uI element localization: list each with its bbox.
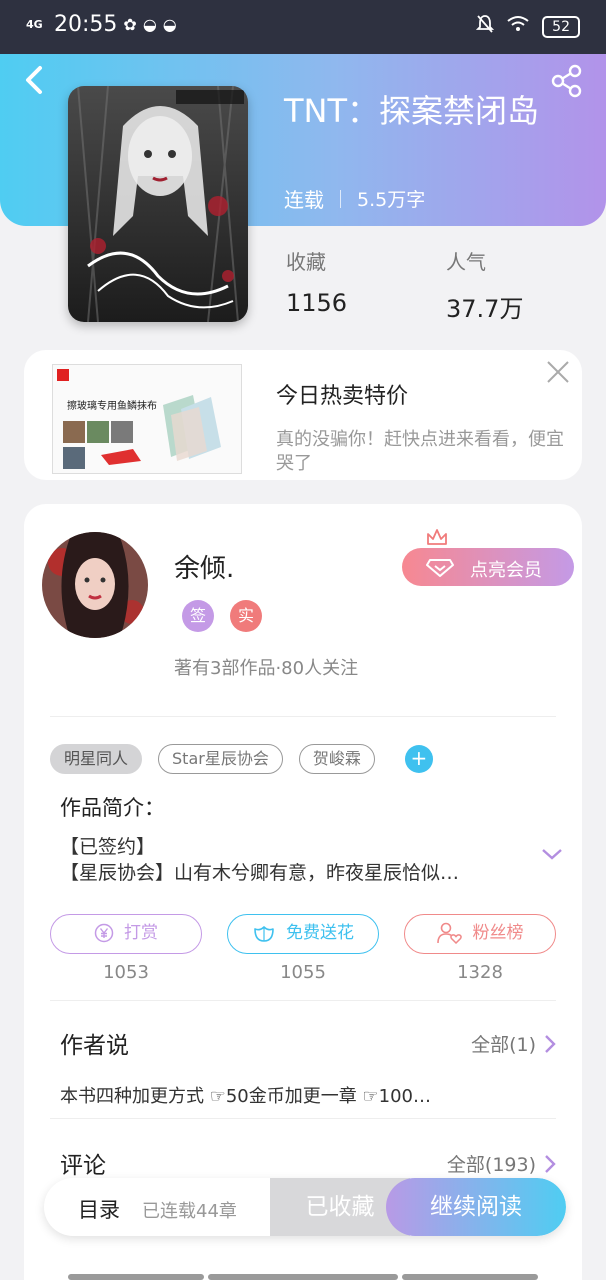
ad-close-button[interactable] (546, 360, 570, 384)
tag-list: 明星同人 Star星辰协会 贺峻霖 + (50, 744, 433, 774)
intro-text[interactable]: 【已签约】 【星辰协会】山有木兮卿有意，昨夜星辰恰似… (60, 834, 459, 886)
network-indicator: 4G (26, 17, 43, 31)
clock: 20:55 (54, 12, 118, 37)
fan-ranking-label: 粉丝榜 (472, 923, 524, 943)
intro-line: 【星辰协会】山有木兮卿有意，昨夜星辰恰似… (60, 862, 460, 884)
avatar-image (42, 532, 148, 638)
comments-title: 评论 (60, 1153, 106, 1179)
author-says-all-link[interactable]: 全部(1) (471, 1030, 556, 1057)
divider (50, 1000, 556, 1001)
favorites-label: 收藏 (286, 250, 326, 274)
intro-label: 作品简介： (60, 796, 165, 820)
tip-button[interactable]: 打赏 (50, 914, 202, 954)
popularity-label: 人气 (446, 250, 486, 274)
book-meta: 连载 5.5万字 (284, 184, 425, 213)
author-stats: 著有3部作品·80人关注 (174, 658, 359, 679)
book-title: TNT：探案禁闭岛 (284, 92, 540, 130)
author-name[interactable]: 余倾. (174, 548, 234, 585)
ad-description: 真的没骗你！赶快点进来看看，便宜哭了 (276, 429, 564, 474)
diamond-icon (426, 559, 454, 577)
tag-item[interactable]: 贺峻霖 (298, 744, 375, 774)
fan-count: 1328 (457, 962, 503, 983)
close-icon (547, 361, 569, 383)
divider (50, 1118, 556, 1119)
vip-button[interactable]: 点亮会员 (402, 529, 574, 586)
comments-all-label: 全部(193) (446, 1154, 536, 1176)
continue-reading-button[interactable]: 继续阅读 (386, 1178, 566, 1236)
tip-count: 1053 (103, 962, 149, 983)
directory-button[interactable]: 目录 (78, 1194, 120, 1224)
back-arrow-icon (26, 66, 42, 94)
nav-gesture-bar (208, 1274, 398, 1280)
expand-intro-button[interactable] (540, 846, 564, 866)
ad-image: 擦玻璃专用鱼鳞抹布 (52, 364, 242, 474)
intro-line: 【已签约】 (60, 836, 156, 858)
back-button[interactable] (20, 60, 50, 100)
favorites-stat: 收藏 1156 (286, 246, 347, 317)
chevron-right-icon (545, 1034, 556, 1053)
author-says-title: 作者说 (60, 1033, 129, 1059)
tip-button-label: 打赏 (124, 923, 158, 943)
comments-all-link[interactable]: 全部(193) (447, 1150, 556, 1177)
divider (50, 716, 556, 717)
tag-item[interactable]: 明星同人 (50, 744, 143, 774)
status-bar: 4G 20:55 ✿ ◒ ◒ 52 (0, 0, 606, 54)
serial-status: 连载 (284, 188, 324, 212)
yuan-icon (94, 923, 114, 943)
crown-icon (427, 529, 447, 545)
verified-badge: 实 (230, 600, 262, 632)
popularity-stat: 人气 37.7万 (446, 246, 523, 324)
chevron-down-icon (542, 849, 562, 860)
author-says-text[interactable]: 本书四种加更方式 ☞50金币加更一章 ☞100… (60, 1082, 431, 1108)
vip-button-label: 点亮会员 (470, 560, 542, 581)
ad-image-caption: 擦玻璃专用鱼鳞抹布 (67, 401, 157, 412)
signed-badge: 签 (182, 600, 214, 632)
book-detail-card: 余倾. 签 实 著有3部作品·80人关注 点亮会员 明星同人 Star星辰协会 … (24, 504, 582, 1280)
ad-title: 今日热卖特价 (276, 384, 409, 409)
nav-gesture-bar (402, 1274, 538, 1280)
meta-divider (340, 189, 341, 208)
flower-icon (254, 926, 274, 942)
app-notification-icon: ◒ (142, 15, 157, 34)
ad-banner[interactable]: 擦玻璃专用鱼鳞抹布 今日热卖特价 真的没骗你！赶快点进来看看，便宜哭了 (24, 350, 582, 480)
battery-indicator: 52 (542, 15, 580, 38)
chapter-count: 已连载44章 (142, 1201, 237, 1222)
flower-count: 1055 (280, 962, 326, 983)
wechat-icon: ✿ (123, 15, 137, 34)
bottom-action-bar: 目录 已连载44章 已收藏 继续阅读 (44, 1178, 566, 1236)
cover-image (68, 86, 248, 322)
book-cover[interactable] (68, 86, 248, 322)
chevron-right-icon (545, 1154, 556, 1173)
wifi-icon (506, 15, 530, 38)
fan-heart-icon (436, 922, 462, 944)
tag-item[interactable]: Star星辰协会 (158, 744, 283, 774)
popularity-value: 37.7万 (446, 295, 524, 323)
mute-icon (475, 14, 495, 39)
add-tag-button[interactable]: + (404, 745, 433, 773)
author-says-all-label: 全部(1) (471, 1034, 536, 1056)
nav-gesture-bar (68, 1274, 204, 1280)
favorites-value: 1156 (286, 289, 348, 317)
word-count: 5.5万字 (357, 189, 426, 211)
app-notification-icon-2: ◒ (162, 15, 177, 34)
author-avatar[interactable] (42, 532, 148, 638)
fan-ranking-button[interactable]: 粉丝榜 (404, 914, 556, 954)
send-flower-button[interactable]: 免费送花 (227, 914, 379, 954)
send-flower-label: 免费送花 (286, 923, 354, 943)
